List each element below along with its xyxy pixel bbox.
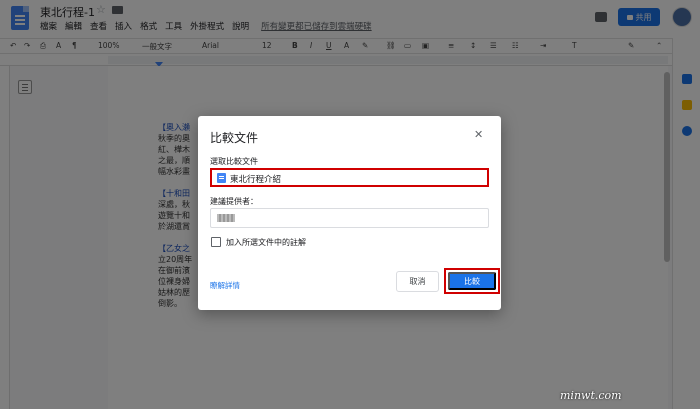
learn-more-link[interactable]: 瞭解詳情: [210, 280, 240, 291]
author-label: 建議提供者：: [210, 197, 258, 206]
selected-document-name: 東北行程介紹: [230, 175, 282, 185]
author-value-blurred: [217, 214, 235, 222]
compare-documents-dialog: 比較文件 ✕ 選取比較文件 東北行程介紹 建議提供者： 加入所選文件中的註解 瞭…: [198, 116, 501, 310]
compare-button[interactable]: 比較: [448, 272, 496, 290]
selected-document-field[interactable]: 東北行程介紹: [210, 168, 489, 187]
google-doc-icon: [217, 173, 226, 183]
compare-highlight-box: 比較: [444, 268, 500, 294]
watermark: minwt.com: [560, 389, 622, 402]
include-comments-label[interactable]: 加入所選文件中的註解: [226, 237, 306, 248]
close-icon[interactable]: ✕: [474, 128, 483, 141]
include-comments-checkbox[interactable]: [211, 237, 221, 247]
cancel-button[interactable]: 取消: [396, 271, 439, 292]
author-input[interactable]: [210, 208, 489, 228]
select-doc-label: 選取比較文件: [210, 157, 258, 166]
dialog-title: 比較文件: [210, 131, 259, 145]
